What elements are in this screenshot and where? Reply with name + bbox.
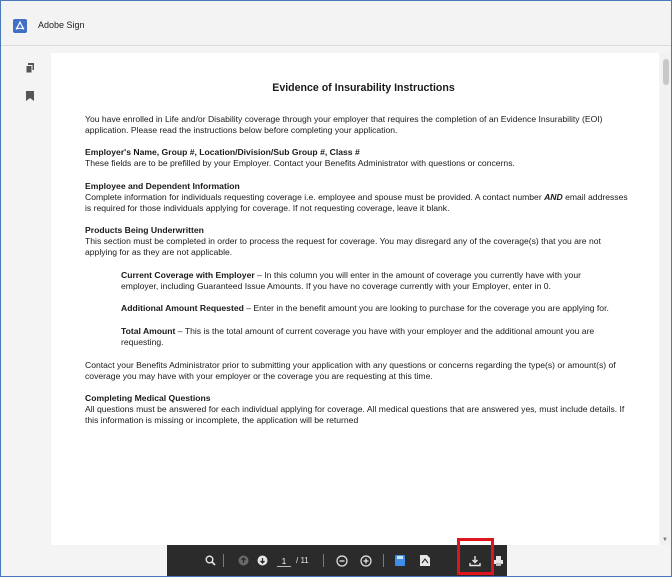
- item-term: Current Coverage with Employer: [121, 269, 255, 280]
- page-total: / 11: [296, 556, 309, 565]
- intro-paragraph: You have enrolled in Life and/or Disabil…: [85, 113, 603, 135]
- toolbar-divider: [323, 554, 324, 567]
- sidebar: [1, 46, 51, 546]
- section-employee: Employee and Dependent Information Compl…: [85, 181, 630, 213]
- toolbar-divider: [383, 554, 384, 567]
- search-icon[interactable]: [203, 545, 217, 576]
- next-page-icon[interactable]: [255, 545, 269, 576]
- scroll-down-icon[interactable]: ▼: [662, 537, 668, 543]
- title-bar: Adobe Sign: [1, 1, 671, 46]
- section-body: This section must be completed in order …: [85, 236, 601, 257]
- item-current-coverage: Current Coverage with Employer – In this…: [121, 270, 620, 292]
- pages-icon[interactable]: [25, 60, 35, 78]
- document-viewer[interactable]: Evidence of Insurability Instructions Yo…: [51, 53, 659, 545]
- bookmark-icon[interactable]: [26, 88, 34, 106]
- emphasis-text: AND: [544, 191, 563, 202]
- pdf-icon[interactable]: [418, 545, 432, 576]
- save-icon[interactable]: [393, 545, 407, 576]
- toolbar-divider: [223, 554, 224, 567]
- section-body: These fields are to be prefilled by your…: [85, 158, 515, 169]
- vertical-scrollbar[interactable]: ▼: [661, 53, 671, 545]
- item-text: – Enter in the benefit amount you are lo…: [243, 303, 609, 314]
- item-term: Additional Amount Requested: [121, 303, 244, 314]
- download-icon[interactable]: [468, 545, 482, 576]
- item-total-amount: Total Amount – This is the total amount …: [121, 326, 620, 348]
- section-body: Complete information for individuals req…: [85, 191, 545, 202]
- viewer-toolbar: / 11: [167, 538, 507, 576]
- section-medical: Completing Medical Questions All questio…: [85, 393, 630, 425]
- document-page: Evidence of Insurability Instructions Yo…: [85, 53, 630, 438]
- adobe-logo-icon: [13, 19, 27, 33]
- app-title: Adobe Sign: [38, 20, 85, 30]
- item-term: Total Amount: [121, 326, 176, 337]
- app-window: Adobe Sign Evidence of Insurability Inst…: [0, 0, 672, 577]
- section-heading: Employee and Dependent Information: [85, 180, 240, 191]
- section-body: All questions must be answered for each …: [85, 404, 625, 425]
- section-employer: Employer's Name, Group #, Location/Divis…: [85, 147, 630, 169]
- contact-paragraph: Contact your Benefits Administrator prio…: [85, 359, 616, 381]
- page-number-input[interactable]: [277, 556, 291, 567]
- zoom-out-icon[interactable]: [335, 545, 349, 576]
- prev-page-icon[interactable]: [236, 545, 250, 576]
- print-icon[interactable]: [492, 545, 504, 576]
- scrollbar-thumb[interactable]: [663, 59, 669, 85]
- section-products: Products Being Underwritten This section…: [85, 225, 630, 257]
- document-title: Evidence of Insurability Instructions: [272, 82, 455, 94]
- section-heading: Products Being Underwritten: [85, 225, 204, 236]
- section-heading: Completing Medical Questions: [85, 393, 211, 404]
- item-additional-amount: Additional Amount Requested – Enter in t…: [121, 303, 620, 314]
- zoom-in-icon[interactable]: [359, 545, 373, 576]
- section-heading: Employer's Name, Group #, Location/Divis…: [85, 147, 360, 158]
- item-text: – This is the total amount of current co…: [121, 326, 595, 347]
